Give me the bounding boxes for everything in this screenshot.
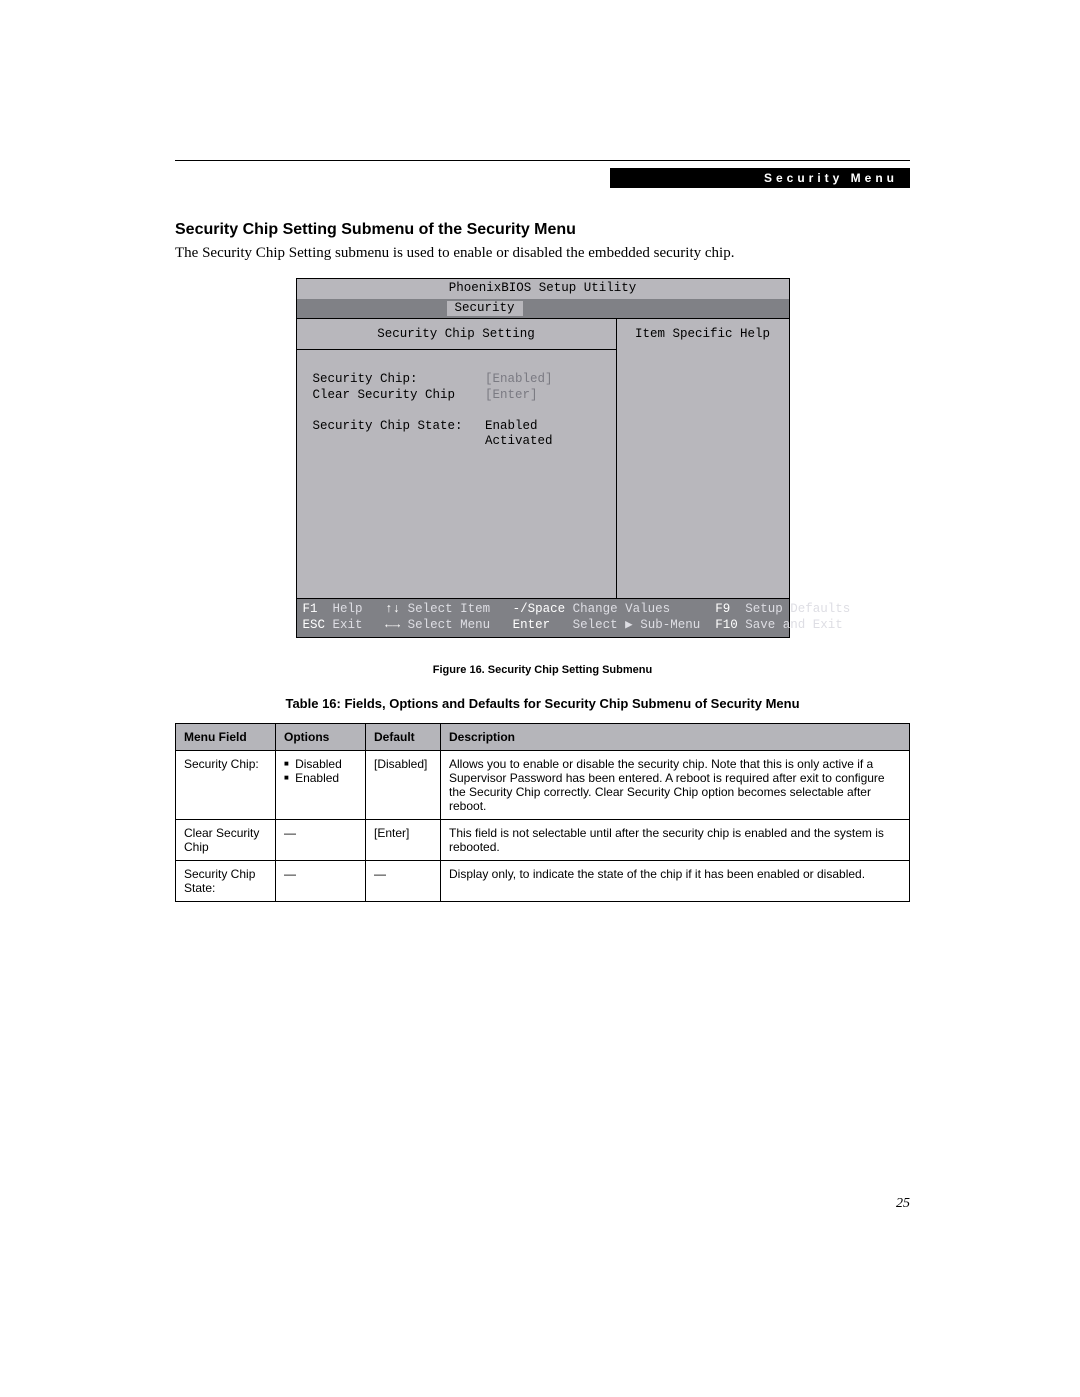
table-header-row: Menu Field Options Default Description bbox=[176, 723, 910, 750]
bios-menu-bar: Security bbox=[297, 299, 789, 319]
option-item: Disabled bbox=[284, 757, 357, 771]
table-row: Security Chip State: — — Display only, t… bbox=[176, 860, 910, 901]
bios-row-chip-state-value2: Activated bbox=[485, 434, 553, 448]
cell-default: [Disabled] bbox=[366, 750, 441, 819]
page-number: 25 bbox=[896, 1196, 910, 1212]
section-title: Security Chip Setting Submenu of the Sec… bbox=[175, 221, 910, 239]
cell-field: Clear Security Chip bbox=[176, 819, 276, 860]
cell-default: [Enter] bbox=[366, 819, 441, 860]
bios-title: PhoenixBIOS Setup Utility bbox=[297, 279, 789, 299]
table-caption: Table 16: Fields, Options and Defaults f… bbox=[175, 696, 910, 711]
cell-field: Security Chip State: bbox=[176, 860, 276, 901]
action-select-submenu: Select ▶ Sub-Menu bbox=[573, 618, 701, 632]
bios-row-clear-chip-value: [Enter] bbox=[485, 388, 538, 402]
key-enter: Enter bbox=[513, 618, 551, 632]
action-select-item: Select Item bbox=[408, 602, 491, 616]
col-description: Description bbox=[441, 723, 910, 750]
section-intro-text: The Security Chip Setting submenu is use… bbox=[175, 245, 910, 262]
col-default: Default bbox=[366, 723, 441, 750]
bios-settings-area: Security Chip: [Enabled] Clear Security … bbox=[297, 350, 616, 450]
header-section-label: Security Menu bbox=[610, 168, 910, 188]
action-select-menu: Select Menu bbox=[408, 618, 491, 632]
bios-row-security-chip-value: [Enabled] bbox=[485, 372, 553, 386]
cell-default: — bbox=[366, 860, 441, 901]
col-options: Options bbox=[276, 723, 366, 750]
fields-table: Menu Field Options Default Description S… bbox=[175, 723, 910, 902]
bios-row-security-chip-label: Security Chip: bbox=[313, 372, 418, 386]
key-updown: ↑↓ bbox=[385, 602, 400, 616]
key-f9: F9 bbox=[715, 602, 730, 616]
cell-field: Security Chip: bbox=[176, 750, 276, 819]
cell-description: Allows you to enable or disable the secu… bbox=[441, 750, 910, 819]
action-help: Help bbox=[333, 602, 363, 616]
cell-options: — bbox=[276, 860, 366, 901]
bios-help-heading: Item Specific Help bbox=[635, 327, 770, 341]
table-row: Clear Security Chip — [Enter] This field… bbox=[176, 819, 910, 860]
key-esc: ESC bbox=[303, 618, 326, 632]
table-row: Security Chip: Disabled Enabled [Disable… bbox=[176, 750, 910, 819]
action-change-values: Change Values bbox=[573, 602, 671, 616]
figure-caption: Figure 16. Security Chip Setting Submenu bbox=[175, 664, 910, 676]
bios-screenshot: PhoenixBIOS Setup Utility Security Secur… bbox=[296, 278, 790, 638]
cell-options: — bbox=[276, 819, 366, 860]
bios-row-chip-state-value1: Enabled bbox=[485, 419, 538, 433]
cell-description: Display only, to indicate the state of t… bbox=[441, 860, 910, 901]
bios-tab-security: Security bbox=[447, 301, 523, 317]
action-save-exit: Save and Exit bbox=[745, 618, 843, 632]
action-exit: Exit bbox=[333, 618, 363, 632]
key-f10: F10 bbox=[715, 618, 738, 632]
bios-row-chip-state-label: Security Chip State: bbox=[313, 419, 463, 433]
bios-footer: F1 Help ↑↓ Select Item -/Space Change Va… bbox=[297, 598, 789, 636]
key-leftright: ←→ bbox=[385, 618, 400, 632]
key-minus-space: -/Space bbox=[513, 602, 566, 616]
option-item: Enabled bbox=[284, 771, 357, 785]
bios-help-panel: Item Specific Help bbox=[617, 319, 789, 598]
cell-options: Disabled Enabled bbox=[276, 750, 366, 819]
bios-panel-title: Security Chip Setting bbox=[297, 319, 616, 350]
cell-description: This field is not selectable until after… bbox=[441, 819, 910, 860]
col-menu-field: Menu Field bbox=[176, 723, 276, 750]
action-setup-defaults: Setup Defaults bbox=[745, 602, 850, 616]
bios-row-clear-chip-label: Clear Security Chip bbox=[313, 388, 456, 402]
key-f1: F1 bbox=[303, 602, 318, 616]
